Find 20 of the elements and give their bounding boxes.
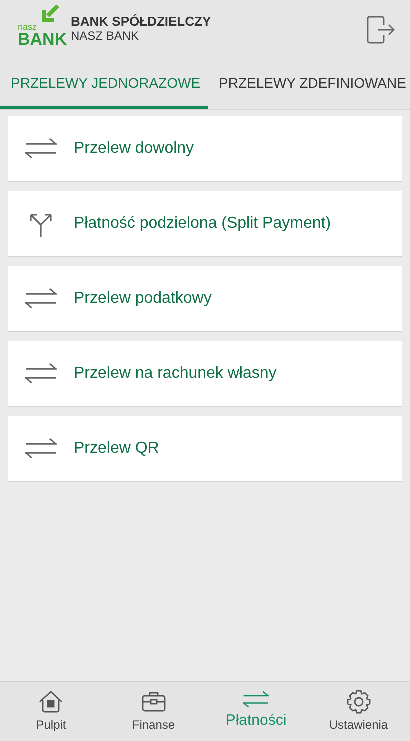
nav-tab[interactable]: Płatności [205, 682, 308, 741]
bank-title: BANK SPÓŁDZIELCZY [71, 14, 212, 28]
logo-text: BANK [18, 32, 68, 48]
payment-option[interactable]: Przelew dowolny [8, 116, 402, 182]
nav-tab[interactable]: Pulpit [0, 682, 102, 741]
nav-tab[interactable]: Ustawienia [308, 682, 410, 741]
logo-arrow-icon [40, 4, 60, 22]
logo-small-text: nasz [18, 22, 38, 32]
payment-option[interactable]: Przelew podatkowy [8, 266, 402, 332]
payment-option[interactable]: Przelew QR [8, 416, 402, 482]
briefcase-icon [140, 690, 167, 714]
payment-option[interactable]: Przelew na rachunek własny [8, 341, 402, 407]
settings-icon [346, 690, 372, 714]
payment-option[interactable]: Płatność podzielona (Split Payment) [8, 191, 402, 257]
bank-subtitle: NASZ BANK [71, 28, 140, 42]
logout-button[interactable] [366, 16, 396, 44]
home-icon [38, 690, 64, 714]
nav-tab[interactable]: Finanse [102, 682, 205, 741]
tab[interactable]: PRZELEWY ZDEFINIOWANE [208, 60, 410, 109]
tab[interactable]: PRZELEWY JEDNORAZOWE [0, 60, 208, 109]
